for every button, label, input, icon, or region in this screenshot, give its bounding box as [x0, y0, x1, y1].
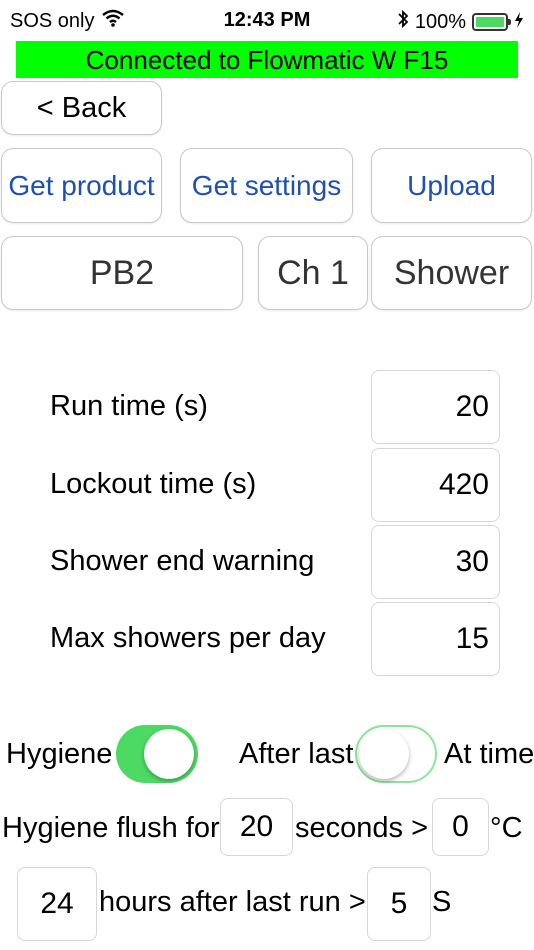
shower-end-warning-label: Shower end warning [50, 545, 315, 577]
status-right: 100% [397, 9, 524, 35]
flush-seconds-field[interactable]: 20 [220, 798, 293, 856]
run-time-field[interactable]: 20 [371, 370, 500, 444]
hygiene-timing-knob [359, 729, 409, 779]
hours-after-label: hours after last run > [99, 886, 366, 918]
battery-fill [476, 17, 504, 27]
after-last-label: After last [239, 738, 354, 770]
run-time-label: Run time (s) [50, 390, 208, 422]
channel-selector[interactable]: Ch 1 [258, 236, 368, 310]
battery-nub [508, 19, 511, 25]
temperature-unit: °C [490, 812, 523, 844]
hygiene-flush-label: Hygiene flush for [2, 812, 220, 844]
max-showers-label: Max showers per day [50, 622, 326, 654]
at-time-label: At time [444, 738, 534, 770]
battery-icon [472, 13, 511, 31]
charging-bolt-icon [514, 11, 524, 34]
max-showers-field[interactable]: 15 [371, 602, 500, 676]
hygiene-label: Hygiene [6, 738, 113, 770]
lockout-time-label: Lockout time (s) [50, 468, 257, 500]
temperature-field[interactable]: 0 [432, 798, 489, 856]
hygiene-toggle-knob [144, 729, 194, 779]
back-button[interactable]: < Back [1, 81, 162, 135]
hygiene-toggle[interactable] [116, 725, 198, 783]
hours-after-field[interactable]: 24 [17, 867, 97, 941]
seconds-label: seconds > [295, 812, 429, 844]
battery-percent: 100% [414, 10, 466, 33]
connection-banner: Connected to Flowmatic W F15 [16, 41, 518, 78]
status-bar: SOS only 12:43 PM 100% [0, 0, 534, 42]
product-selector[interactable]: PB2 [1, 236, 243, 310]
hygiene-timing-switch[interactable] [355, 725, 437, 783]
get-product-button[interactable]: Get product [1, 148, 162, 223]
upload-button[interactable]: Upload [371, 148, 532, 223]
seconds-value-field[interactable]: 5 [367, 867, 431, 941]
bluetooth-icon [397, 9, 409, 35]
lockout-time-field[interactable]: 420 [371, 448, 500, 522]
mode-selector[interactable]: Shower [371, 236, 532, 310]
shower-end-warning-field[interactable]: 30 [371, 525, 500, 599]
get-settings-button[interactable]: Get settings [180, 148, 353, 223]
seconds-unit: S [432, 886, 452, 918]
